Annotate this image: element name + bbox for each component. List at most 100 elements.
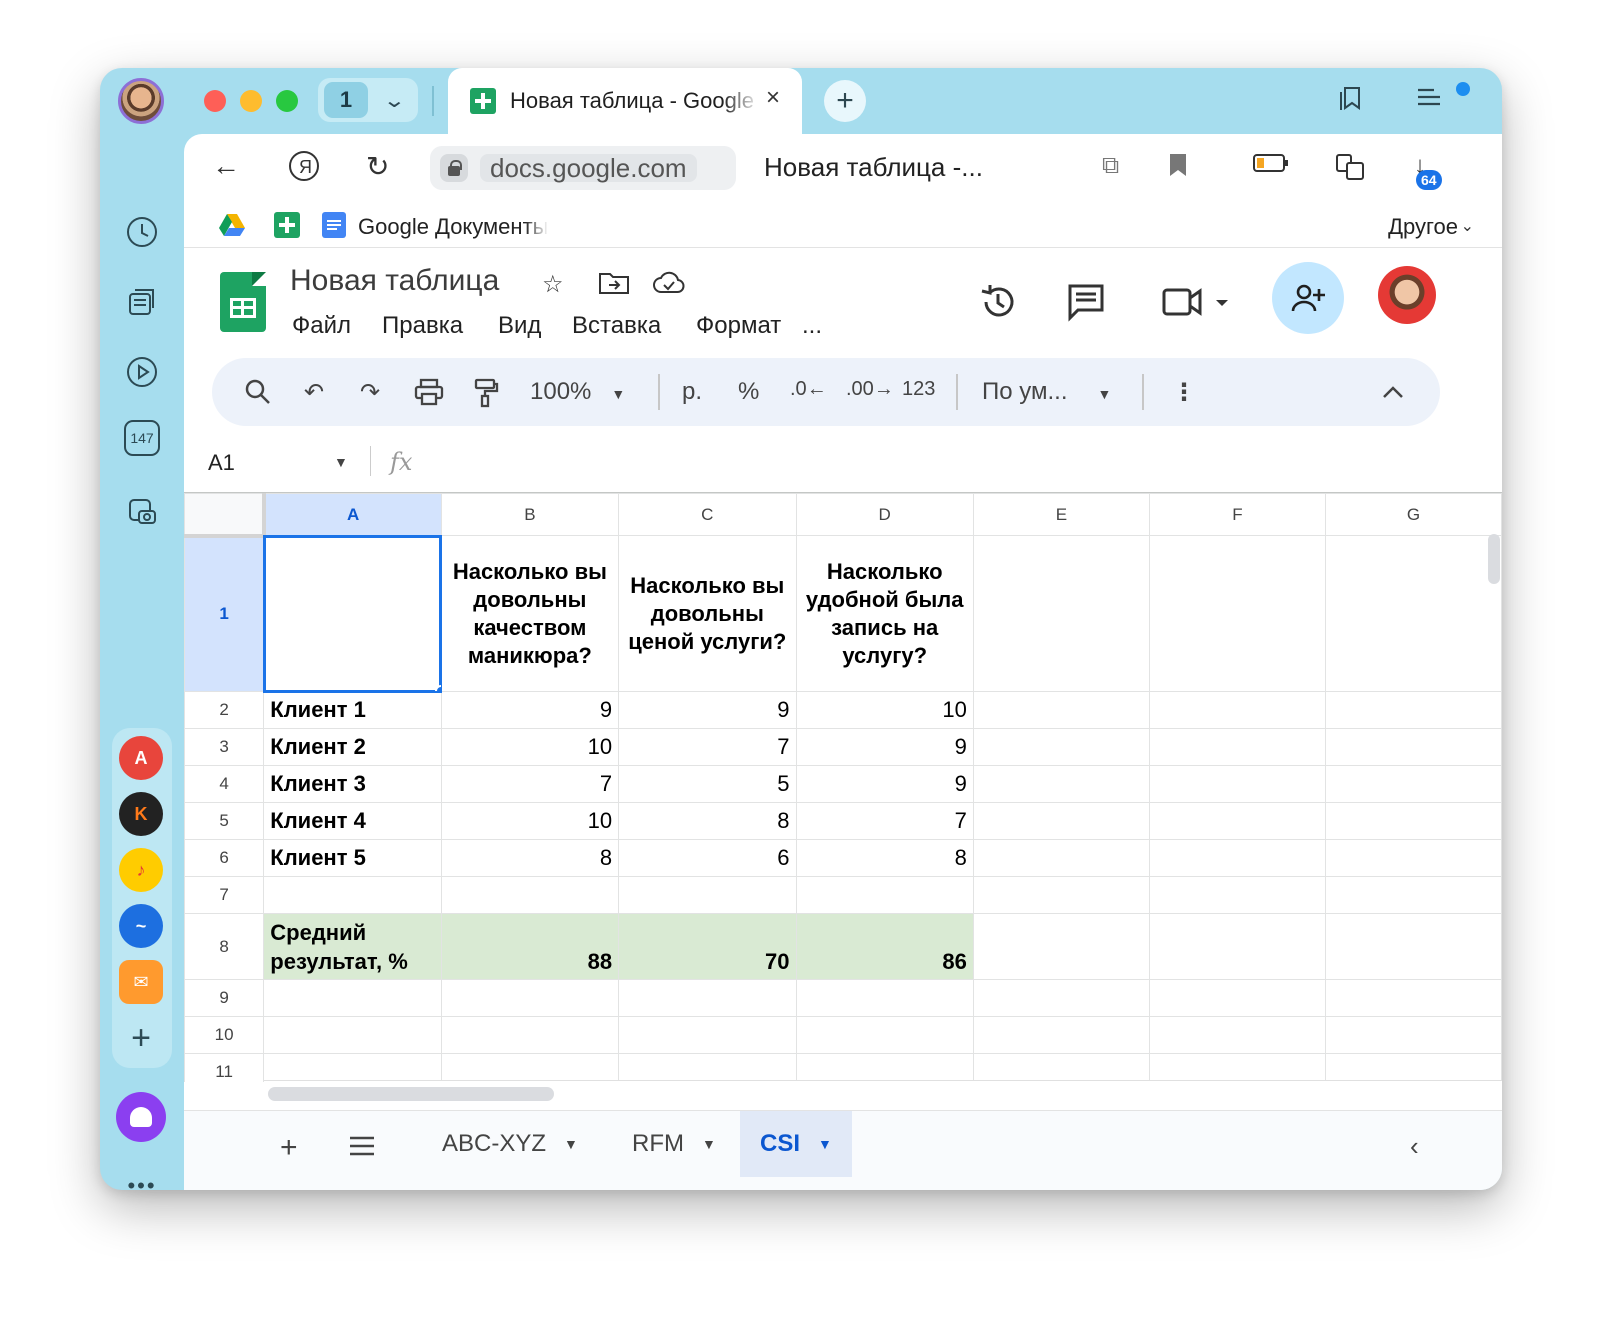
cell-f3[interactable] (1148, 728, 1326, 766)
close-window-button[interactable] (204, 90, 226, 112)
sheet-tab-rfm[interactable]: RFM ▼ (612, 1111, 736, 1177)
cell-g11[interactable] (1324, 1053, 1502, 1082)
cell-b7[interactable] (440, 876, 620, 914)
row-header-1[interactable]: 1 (184, 535, 265, 692)
cell-b10[interactable] (440, 1016, 620, 1054)
cell-a2[interactable]: Клиент 1 (263, 691, 442, 729)
number-format-button[interactable]: 123 (902, 378, 935, 401)
cell-d5[interactable]: 7 (795, 802, 974, 840)
decrease-decimal-button[interactable]: .0← (790, 378, 827, 401)
print-icon[interactable] (414, 378, 444, 413)
cell-d6[interactable]: 8 (795, 839, 974, 877)
url-field[interactable]: docs.google.com (430, 146, 736, 190)
row-header-8[interactable]: 8 (184, 913, 265, 980)
cell-a10[interactable] (263, 1016, 442, 1054)
comments-icon[interactable] (1066, 282, 1106, 330)
cell-d11[interactable] (795, 1053, 974, 1082)
column-header-f[interactable]: F (1148, 493, 1326, 536)
cell-f11[interactable] (1148, 1053, 1326, 1082)
cell-g4[interactable] (1324, 765, 1502, 803)
cell-d3[interactable]: 9 (795, 728, 974, 766)
cell-f8[interactable] (1148, 913, 1326, 980)
row-header-11[interactable]: 11 (184, 1053, 265, 1082)
cell-b6[interactable]: 8 (440, 839, 620, 877)
share-button[interactable] (1272, 262, 1344, 334)
cell-f4[interactable] (1148, 765, 1326, 803)
cell-b5[interactable]: 10 (440, 802, 620, 840)
add-sheet-icon[interactable]: + (280, 1131, 298, 1165)
cell-e3[interactable] (972, 728, 1150, 766)
cloud-saved-icon[interactable] (652, 270, 686, 303)
bookmarks-other[interactable]: Другое (1388, 214, 1458, 240)
cell-g8[interactable] (1324, 913, 1502, 980)
column-header-g[interactable]: G (1324, 493, 1502, 536)
cell-a1[interactable] (262, 534, 443, 693)
cell-e6[interactable] (972, 839, 1150, 877)
history-icon[interactable] (120, 210, 164, 254)
row-header-6[interactable]: 6 (184, 839, 265, 877)
cell-e11[interactable] (972, 1053, 1150, 1082)
cell-e7[interactable] (972, 876, 1150, 914)
cell-g10[interactable] (1324, 1016, 1502, 1054)
paint-format-icon[interactable] (472, 378, 500, 415)
bookmark-google-docs[interactable]: Google Документы (358, 214, 548, 240)
lock-icon[interactable] (440, 154, 468, 182)
cell-c1[interactable]: Насколько вы довольны ценой услуги? (618, 535, 797, 692)
google-docs-icon[interactable] (322, 212, 346, 238)
cell-g6[interactable] (1324, 839, 1502, 877)
cell-c8[interactable]: 70 (618, 913, 797, 980)
cell-c5[interactable]: 8 (618, 802, 797, 840)
alice-assistant-icon[interactable] (116, 1092, 166, 1142)
cell-a4[interactable]: Клиент 3 (263, 765, 442, 803)
cell-d9[interactable] (795, 979, 974, 1017)
google-sheets-logo[interactable] (220, 272, 266, 332)
column-header-b[interactable]: B (440, 493, 620, 536)
cell-f10[interactable] (1148, 1016, 1326, 1054)
chevron-down-icon[interactable]: ▼ (334, 454, 348, 470)
cell-b8[interactable]: 88 (440, 913, 620, 980)
cell-g5[interactable] (1324, 802, 1502, 840)
cell-b1[interactable]: Насколько вы довольны качеством маникюра… (440, 535, 620, 692)
horizontal-scrollbar[interactable] (268, 1087, 554, 1101)
cell-c6[interactable]: 6 (618, 839, 797, 877)
vertical-scrollbar[interactable] (1488, 534, 1500, 584)
collapse-menu-icon[interactable] (1382, 378, 1404, 406)
cell-e9[interactable] (972, 979, 1150, 1017)
menu-icon[interactable] (1416, 84, 1444, 115)
bookmark-icon[interactable] (1168, 152, 1188, 185)
name-box[interactable]: A1 (208, 450, 235, 476)
column-header-c[interactable]: C (618, 493, 797, 536)
currency-format-button[interactable]: р. (682, 378, 702, 406)
cell-g1[interactable] (1324, 535, 1502, 692)
row-header-9[interactable]: 9 (184, 979, 265, 1017)
cell-d1[interactable]: Насколько удобной была запись на услугу? (795, 535, 974, 692)
row-header-7[interactable]: 7 (184, 876, 265, 914)
star-icon[interactable]: ☆ (542, 270, 564, 299)
cell-b2[interactable]: 9 (440, 691, 620, 729)
cell-f9[interactable] (1148, 979, 1326, 1017)
zoom-select[interactable]: 100% ▼ (530, 378, 625, 406)
add-app-icon[interactable]: + (119, 1016, 163, 1060)
tab-add-icon[interactable]: ⧉ (1102, 152, 1119, 180)
mail-app-icon[interactable]: ✉ (119, 960, 163, 1004)
cell-a11[interactable] (263, 1053, 442, 1082)
collections-icon[interactable] (120, 280, 164, 324)
column-header-a[interactable]: A (263, 493, 442, 536)
browser-tab-active[interactable]: Новая таблица - Google Таблицы × (448, 68, 802, 134)
minimize-window-button[interactable] (240, 90, 262, 112)
cell-a9[interactable] (263, 979, 442, 1017)
cell-b11[interactable] (440, 1053, 620, 1082)
cell-g3[interactable] (1324, 728, 1502, 766)
menu-insert[interactable]: Вставка (572, 312, 661, 340)
cell-d10[interactable] (795, 1016, 974, 1054)
cell-b3[interactable]: 10 (440, 728, 620, 766)
cell-c4[interactable]: 5 (618, 765, 797, 803)
cell-f6[interactable] (1148, 839, 1326, 877)
reload-icon[interactable]: ↻ (366, 150, 389, 183)
row-header-3[interactable]: 3 (184, 728, 265, 766)
move-folder-icon[interactable] (598, 270, 630, 303)
row-header-10[interactable]: 10 (184, 1016, 265, 1054)
column-header-e[interactable]: E (972, 493, 1150, 536)
select-all-corner[interactable] (184, 493, 266, 538)
cell-e5[interactable] (972, 802, 1150, 840)
